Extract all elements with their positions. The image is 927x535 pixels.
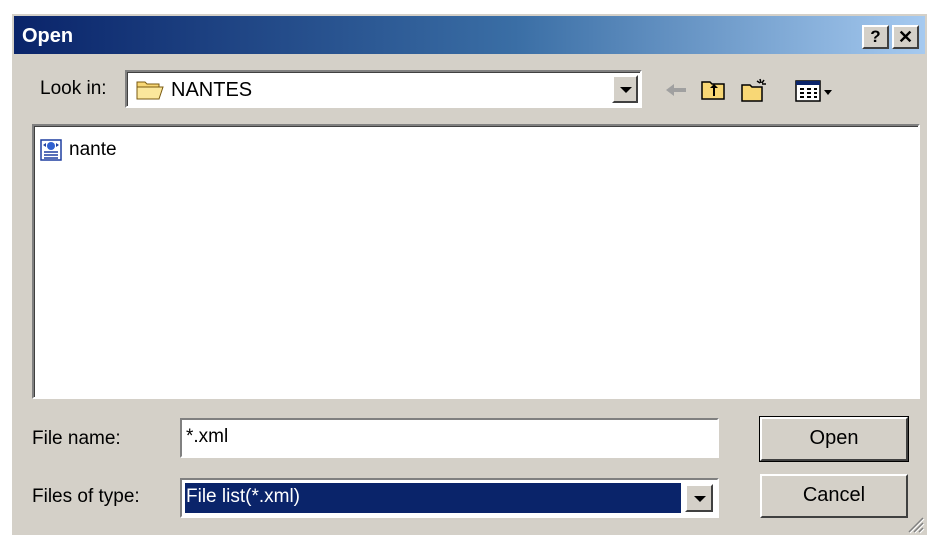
look-in-dropdown-button[interactable] — [612, 75, 638, 103]
file-name-input[interactable]: *.xml — [180, 418, 719, 458]
help-button[interactable]: ? — [862, 25, 889, 49]
xml-file-icon — [40, 139, 62, 161]
view-menu-icon[interactable] — [794, 77, 834, 103]
resize-grip-icon[interactable] — [905, 514, 925, 534]
file-list[interactable]: nante — [32, 124, 920, 399]
cancel-button[interactable]: Cancel — [760, 474, 908, 518]
open-button[interactable]: Open — [759, 416, 909, 462]
look-in-combo[interactable]: NANTES — [125, 70, 642, 108]
file-type-label: Files of type: — [32, 486, 140, 507]
file-name-label: File name: — [32, 428, 121, 449]
chevron-down-icon — [620, 87, 632, 93]
folder-icon — [136, 81, 164, 100]
file-type-dropdown-button[interactable] — [685, 484, 713, 512]
dialog-title: Open — [22, 25, 74, 47]
title-bar[interactable]: Open ? ✕ — [14, 16, 925, 54]
look-in-value: NANTES — [171, 79, 253, 101]
close-button[interactable]: ✕ — [892, 25, 919, 49]
new-folder-icon[interactable] — [740, 77, 768, 103]
up-folder-icon[interactable] — [700, 77, 728, 103]
file-name: nante — [69, 139, 117, 160]
chevron-down-icon — [694, 496, 706, 502]
look-in-label: Look in: — [40, 78, 107, 99]
file-type-value: File list(*.xml) — [186, 486, 300, 507]
file-name-value: *.xml — [186, 426, 229, 447]
file-type-select[interactable]: File list(*.xml) — [180, 478, 719, 518]
back-arrow-icon[interactable] — [662, 77, 690, 103]
open-dialog: Open ? ✕ Look in: NANTES nante File name… — [10, 12, 927, 535]
